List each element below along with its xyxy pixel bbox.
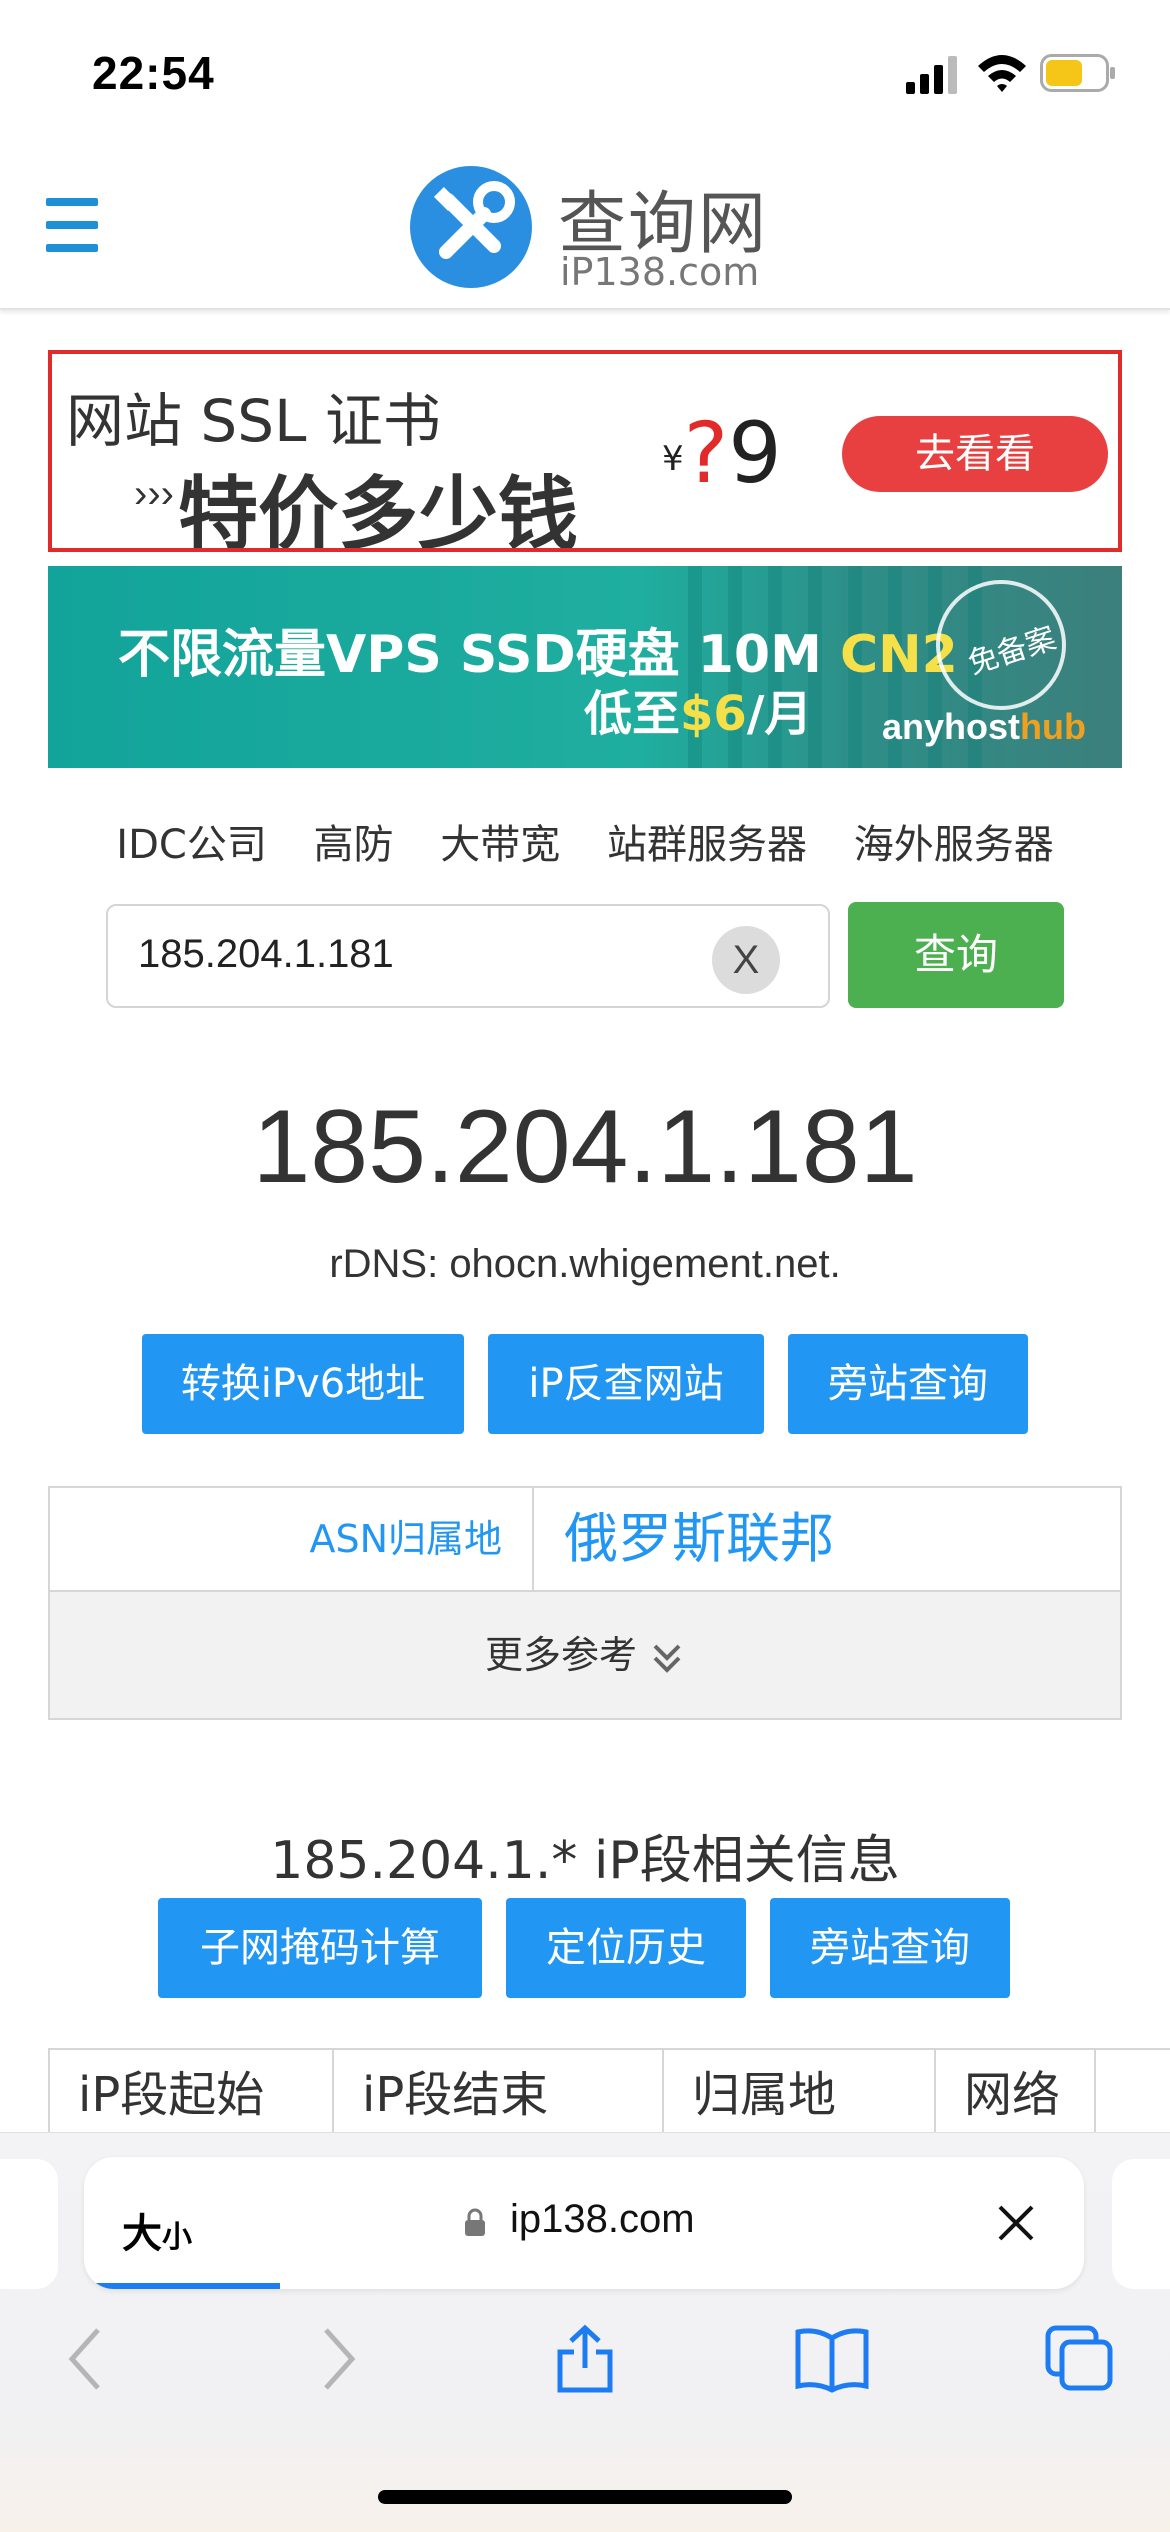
no-filing-badge: 免备案 <box>936 580 1066 710</box>
ip-segment-title: 185.204.1.* iP段相关信息 <box>270 1831 900 1891</box>
forward-icon[interactable] <box>320 2324 360 2394</box>
wifi-icon <box>978 55 1026 92</box>
page-load-progress <box>84 2283 280 2289</box>
ssl-certificate-ad-banner[interactable]: 网站 SSL 证书 ››› 特价多少钱 ¥?9 去看看 <box>48 350 1122 552</box>
rdns-record: rDNS: ohocn.whigement.net. <box>329 1242 841 1286</box>
status-bar: 22:54 <box>0 0 1170 140</box>
ad-headline: 网站 SSL 证书 <box>66 387 441 455</box>
site-header: 查询网 iP138.com <box>0 140 1170 310</box>
sibling-site-query-button[interactable]: 旁站查询 <box>788 1334 1028 1434</box>
url-text[interactable]: ip138.com <box>510 2197 695 2242</box>
site-logo[interactable]: 查询网 iP138.com <box>410 162 770 294</box>
anyhosthub-brand: anyhosthub <box>882 706 1087 747</box>
category-links: IDC公司 高防 大带宽 站群服务器 海外服务器 <box>0 812 1170 870</box>
link-ddos[interactable]: 高防 <box>314 822 394 868</box>
column-header-network: 网络 <box>936 2050 1096 2138</box>
search-input-value[interactable]: 185.204.1.181 <box>138 932 394 977</box>
logo-domain: iP138.com <box>560 250 760 294</box>
subnet-mask-calc-button[interactable]: 子网掩码计算 <box>158 1898 482 1998</box>
asn-row: ASN归属地 俄罗斯联邦 <box>50 1488 1120 1592</box>
asn-location-value[interactable]: 俄罗斯联邦 <box>564 1488 834 1590</box>
convert-ipv6-button[interactable]: 转换iPv6地址 <box>142 1334 464 1434</box>
column-header-end: iP段结束 <box>334 2050 664 2138</box>
share-icon[interactable] <box>552 2324 618 2394</box>
vps-ad-banner[interactable]: 不限流量VPS SSD硬盘 10M CN2 低至$6/月 免备案 anyhost… <box>48 566 1122 768</box>
segment-sibling-query-button[interactable]: 旁站查询 <box>770 1898 1010 1998</box>
address-bar[interactable]: 大小 ip138.com <box>84 2157 1084 2289</box>
back-icon[interactable] <box>64 2324 104 2394</box>
queried-ip-address: 185.204.1.181 <box>252 1089 918 1205</box>
asn-label[interactable]: ASN归属地 <box>50 1488 534 1590</box>
text-size-button[interactable]: 大小 <box>122 2201 192 2259</box>
status-time: 22:54 <box>92 47 215 99</box>
ad-cta-button[interactable]: 去看看 <box>842 416 1108 492</box>
ad-subheadline: 特价多少钱 <box>178 468 578 552</box>
column-header-start: iP段起始 <box>50 2050 334 2138</box>
ip-search-field[interactable]: 185.204.1.181 X <box>106 904 830 1008</box>
tools-logo-icon <box>410 166 532 288</box>
link-cluster-server[interactable]: 站群服务器 <box>607 822 807 868</box>
link-bandwidth[interactable]: 大带宽 <box>440 822 560 868</box>
previous-tab-preview[interactable] <box>0 2159 58 2289</box>
vps-ad-price: 低至$6/月 <box>584 686 813 742</box>
tabs-icon[interactable] <box>1044 2324 1116 2394</box>
chevrons-icon: ››› <box>134 472 174 516</box>
hamburger-menu-icon[interactable] <box>46 198 98 252</box>
location-history-button[interactable]: 定位历史 <box>506 1898 746 1998</box>
more-references-label: 更多参考 <box>484 1633 637 1677</box>
cellular-signal-icon <box>906 56 957 94</box>
ip-segment-table: iP段起始 iP段结束 归属地 网络 <box>48 2048 1170 2138</box>
column-header-location: 归属地 <box>664 2050 936 2138</box>
search-submit-button[interactable]: 查询 <box>848 902 1064 1008</box>
close-icon[interactable] <box>996 2203 1036 2243</box>
clear-input-button[interactable]: X <box>712 926 780 994</box>
home-indicator <box>378 2490 792 2504</box>
next-tab-preview[interactable] <box>1112 2159 1170 2289</box>
lock-icon <box>465 2208 485 2236</box>
vps-ad-headline: 不限流量VPS SSD硬盘 10M CN2 <box>118 625 958 685</box>
battery-icon <box>1040 54 1115 92</box>
ad-price: ¥?9 <box>662 404 782 502</box>
asn-info-table: ASN归属地 俄罗斯联邦 更多参考 <box>48 1486 1122 1720</box>
reverse-ip-lookup-button[interactable]: iP反查网站 <box>488 1334 764 1434</box>
more-references-toggle[interactable]: 更多参考 <box>50 1592 1120 1718</box>
link-overseas-server[interactable]: 海外服务器 <box>854 822 1054 868</box>
bookmarks-icon[interactable] <box>794 2324 870 2394</box>
link-idc[interactable]: IDC公司 <box>116 822 267 868</box>
double-chevron-down-icon <box>653 1644 681 1673</box>
